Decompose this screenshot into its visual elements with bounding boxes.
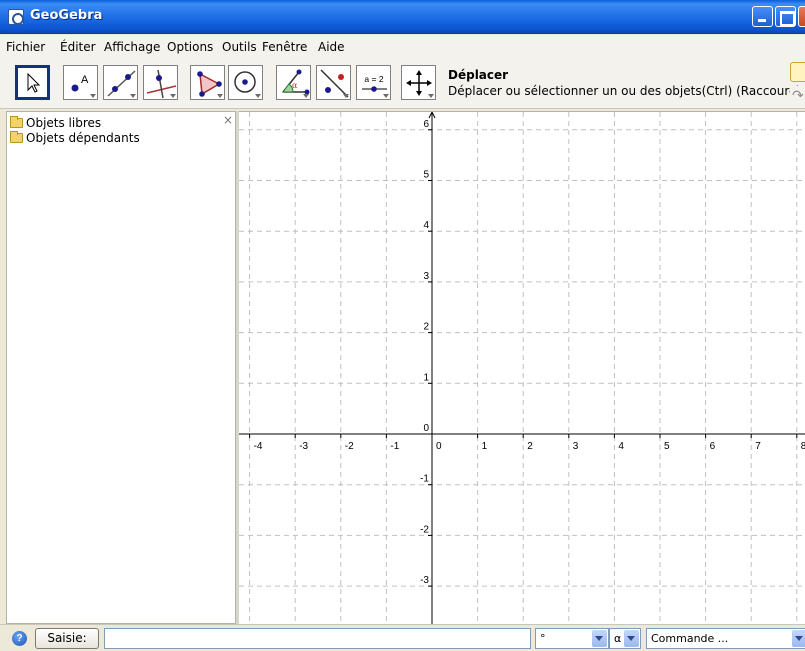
chevron-down-icon[interactable] bbox=[624, 630, 639, 647]
tool-help-description: Déplacer ou sélectionner un ou des objet… bbox=[448, 84, 805, 98]
toolbar: A α a = 2 Déplacer Déplacer ou sélection… bbox=[0, 57, 805, 109]
menu-affichage[interactable]: Affichage bbox=[104, 40, 160, 54]
chevron-down-icon bbox=[428, 94, 434, 98]
perpendicular-tool-button[interactable] bbox=[143, 65, 178, 100]
chevron-down-icon[interactable] bbox=[592, 630, 607, 647]
title-bar: GeoGebra bbox=[0, 0, 805, 34]
folder-label: Objets libres bbox=[26, 116, 102, 130]
chevron-down-icon bbox=[170, 94, 176, 98]
x-tick-label: 0 bbox=[436, 441, 442, 452]
folder-label: Objets dépendants bbox=[26, 131, 140, 145]
folder-icon bbox=[10, 131, 23, 143]
symbol-select-value: ° bbox=[540, 632, 546, 645]
y-tick-label: 1 bbox=[423, 372, 429, 383]
point-tool-button[interactable]: A bbox=[63, 65, 98, 100]
x-tick-label: 7 bbox=[755, 441, 761, 452]
chevron-down-icon bbox=[217, 94, 223, 98]
close-algebra-icon[interactable]: × bbox=[223, 113, 233, 127]
command-select-value: Commande ... bbox=[651, 632, 729, 645]
geogebra-app-icon bbox=[8, 9, 24, 25]
x-tick-label: 8 bbox=[801, 441, 805, 452]
input-bar: ? Saisie: ° α Commande ... bbox=[0, 624, 805, 651]
greek-select-value: α bbox=[614, 632, 622, 645]
x-tick-label: -2 bbox=[345, 441, 354, 452]
command-select[interactable]: Commande ... bbox=[646, 628, 805, 649]
y-tick-label: 3 bbox=[423, 271, 429, 282]
angle-tool-button[interactable]: α bbox=[276, 65, 311, 100]
chevron-down-icon bbox=[343, 94, 349, 98]
cursor-arrow-icon bbox=[27, 72, 41, 93]
reflect-tool-button[interactable] bbox=[316, 65, 351, 100]
input-field[interactable] bbox=[104, 628, 531, 649]
y-tick-label: -3 bbox=[420, 575, 429, 586]
menu-aide[interactable]: Aide bbox=[318, 40, 345, 54]
menu-options[interactable]: Options bbox=[167, 40, 213, 54]
close-button[interactable] bbox=[798, 6, 805, 27]
undo-button[interactable] bbox=[790, 62, 805, 82]
line-tool-button[interactable] bbox=[103, 65, 138, 100]
folder-objets-libres[interactable]: Objets libres bbox=[10, 116, 101, 130]
y-tick-label: -1 bbox=[420, 474, 429, 485]
window-title: GeoGebra bbox=[30, 8, 103, 23]
menu-outils[interactable]: Outils bbox=[222, 40, 257, 54]
x-tick-label: 4 bbox=[618, 441, 624, 452]
menu-fenetre[interactable]: Fenêtre bbox=[262, 40, 307, 54]
tool-help-title: Déplacer bbox=[448, 68, 509, 82]
menu-editer[interactable]: Éditer bbox=[60, 40, 96, 54]
x-tick-label: 1 bbox=[482, 441, 488, 452]
origin-label: 0 bbox=[423, 423, 429, 434]
y-tick-label: 2 bbox=[423, 322, 429, 333]
folder-icon bbox=[10, 116, 23, 128]
menu-bar: Fichier Éditer Affichage Options Outils … bbox=[0, 35, 805, 57]
x-tick-label: 6 bbox=[710, 441, 716, 452]
chevron-down-icon bbox=[383, 94, 389, 98]
move-tool-button[interactable] bbox=[15, 65, 50, 100]
chevron-down-icon bbox=[303, 94, 309, 98]
slider-tool-button[interactable]: a = 2 bbox=[356, 65, 391, 100]
x-tick-label: -3 bbox=[299, 441, 308, 452]
graphics-canvas[interactable]: -4 -3 -2 -1 0 1 2 3 4 5 6 7 8 -3 -2 -1 1 2 3 4 5 6 0 bbox=[239, 112, 805, 624]
move-view-tool-button[interactable] bbox=[401, 65, 436, 100]
chevron-down-icon bbox=[90, 94, 96, 98]
redo-button[interactable] bbox=[790, 86, 805, 106]
circle-tool-button[interactable] bbox=[228, 65, 263, 100]
y-tick-label: 5 bbox=[423, 170, 429, 181]
polygon-tool-button[interactable] bbox=[190, 65, 225, 100]
graphics-view[interactable]: -4 -3 -2 -1 0 1 2 3 4 5 6 7 8 -3 -2 -1 1 2 3 4 5 6 0 bbox=[239, 111, 805, 624]
chevron-down-icon[interactable] bbox=[792, 630, 805, 647]
y-tick-label: -2 bbox=[420, 524, 429, 535]
y-tick-label: 4 bbox=[423, 220, 429, 231]
folder-objets-dependants[interactable]: Objets dépendants bbox=[10, 131, 140, 145]
x-tick-label: -4 bbox=[254, 441, 263, 452]
x-tick-label: 2 bbox=[527, 441, 533, 452]
saisie-button[interactable]: Saisie: bbox=[35, 628, 99, 649]
svg-text:α: α bbox=[292, 81, 298, 90]
help-icon[interactable]: ? bbox=[12, 631, 27, 646]
symbol-select[interactable]: ° bbox=[535, 628, 609, 649]
algebra-view: × Objets libres Objets dépendants bbox=[6, 111, 236, 624]
maximize-button[interactable] bbox=[775, 6, 796, 27]
y-tick-label: 6 bbox=[423, 119, 429, 130]
x-tick-label: 3 bbox=[573, 441, 579, 452]
minimize-button[interactable] bbox=[752, 6, 773, 27]
menu-fichier[interactable]: Fichier bbox=[6, 40, 45, 54]
svg-text:A: A bbox=[81, 74, 89, 86]
slider-label: a = 2 bbox=[364, 74, 383, 84]
chevron-down-icon bbox=[130, 94, 136, 98]
x-tick-label: 5 bbox=[664, 441, 670, 452]
greek-select[interactable]: α bbox=[609, 628, 641, 649]
chevron-down-icon bbox=[255, 94, 261, 98]
x-tick-label: -1 bbox=[390, 441, 399, 452]
